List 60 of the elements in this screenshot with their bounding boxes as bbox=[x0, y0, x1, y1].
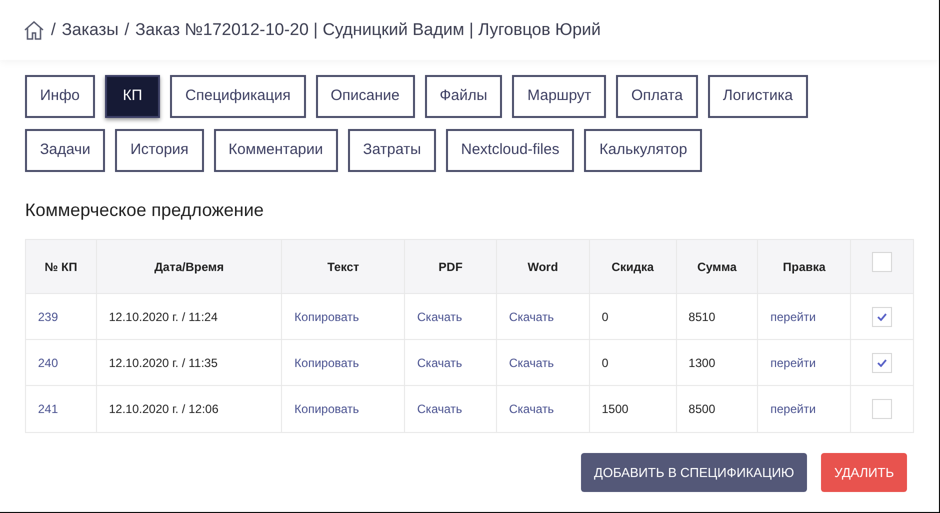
section-title: Коммерческое предложение bbox=[25, 199, 265, 222]
column-header: Word bbox=[528, 258, 558, 276]
checkbox[interactable] bbox=[872, 399, 892, 419]
checkmark-icon bbox=[877, 358, 888, 366]
table-link[interactable]: Скачать bbox=[508, 308, 554, 326]
table-link[interactable]: Скачать bbox=[417, 400, 462, 418]
tab[interactable]: Затраты bbox=[348, 129, 436, 172]
column-header: № КП bbox=[44, 258, 78, 276]
add-button[interactable]: ДОБАВИТЬ В СПЕЦИФИКАЦИЮ bbox=[581, 453, 808, 492]
column-header: Правка bbox=[782, 258, 826, 276]
tab[interactable]: Калькулятор bbox=[584, 129, 702, 172]
table-link[interactable]: перейти bbox=[770, 354, 816, 372]
table-cell-text: 12.10.2020 г. / 12:06 bbox=[108, 401, 219, 418]
checkbox[interactable] bbox=[872, 306, 892, 326]
tab[interactable]: Логистика bbox=[708, 75, 808, 118]
tab[interactable]: Файлы bbox=[424, 75, 502, 118]
column-header: Сумма bbox=[697, 258, 737, 276]
tab[interactable]: Оплата bbox=[616, 75, 698, 118]
table-link[interactable]: Скачать bbox=[508, 400, 554, 418]
table-link[interactable]: перейти bbox=[770, 308, 816, 326]
table-cell-text: 8510 bbox=[688, 308, 716, 326]
table-cell-text: 1500 bbox=[602, 401, 628, 418]
tab[interactable]: Задачи bbox=[25, 129, 106, 172]
table-link[interactable]: Копировать bbox=[294, 308, 360, 326]
tab[interactable]: Комментарии bbox=[214, 129, 338, 172]
home-icon[interactable] bbox=[23, 20, 45, 40]
table-link[interactable]: Скачать bbox=[508, 354, 554, 372]
table-link[interactable]: Скачать bbox=[417, 308, 462, 326]
table-link[interactable]: 239 bbox=[38, 308, 58, 326]
table-link[interactable]: 241 bbox=[38, 400, 58, 418]
column-header: Текст bbox=[327, 258, 360, 276]
column-header: Дата/Время bbox=[154, 258, 224, 276]
tab[interactable]: Спецификация bbox=[170, 75, 306, 118]
column-header: Скидка bbox=[611, 258, 654, 276]
table-cell-text: 0 bbox=[602, 354, 608, 372]
tab[interactable]: КП bbox=[104, 75, 160, 118]
tab[interactable]: Nextcloud-files bbox=[446, 129, 574, 172]
checkbox[interactable] bbox=[872, 352, 892, 372]
breadcrumb-separator: / bbox=[51, 19, 56, 42]
table-cell-text: 1300 bbox=[688, 354, 716, 372]
table-link[interactable]: перейти bbox=[770, 400, 816, 418]
table-link[interactable]: Скачать bbox=[417, 354, 462, 372]
tab[interactable]: История bbox=[115, 129, 204, 172]
table-cell-text: 0 bbox=[602, 308, 608, 326]
table-link[interactable]: Копировать bbox=[294, 354, 360, 372]
tab[interactable]: Описание bbox=[316, 75, 415, 118]
checkbox[interactable] bbox=[872, 252, 892, 272]
table-cell-text: 12.10.2020 г. / 11:24 bbox=[108, 308, 218, 326]
checkmark-icon bbox=[877, 312, 888, 320]
column-header: PDF bbox=[438, 258, 463, 276]
breadcrumb-item[interactable]: Заказы bbox=[62, 17, 119, 43]
table-link[interactable]: 240 bbox=[38, 354, 58, 372]
table-link[interactable]: Копировать bbox=[294, 400, 360, 418]
delete-button[interactable]: УДАЛИТЬ bbox=[821, 453, 907, 492]
tab[interactable]: Маршрут bbox=[512, 75, 606, 118]
breadcrumb-item: Заказ №172012-10-20 | Судницкий Вадим | Луговцов Юрий bbox=[135, 19, 601, 42]
table-cell-text: 8500 bbox=[688, 401, 716, 418]
breadcrumb-separator: / bbox=[124, 19, 130, 42]
table-cell-text: 12.10.2020 г. / 11:35 bbox=[108, 354, 218, 372]
tab[interactable]: Инфо bbox=[25, 75, 95, 118]
